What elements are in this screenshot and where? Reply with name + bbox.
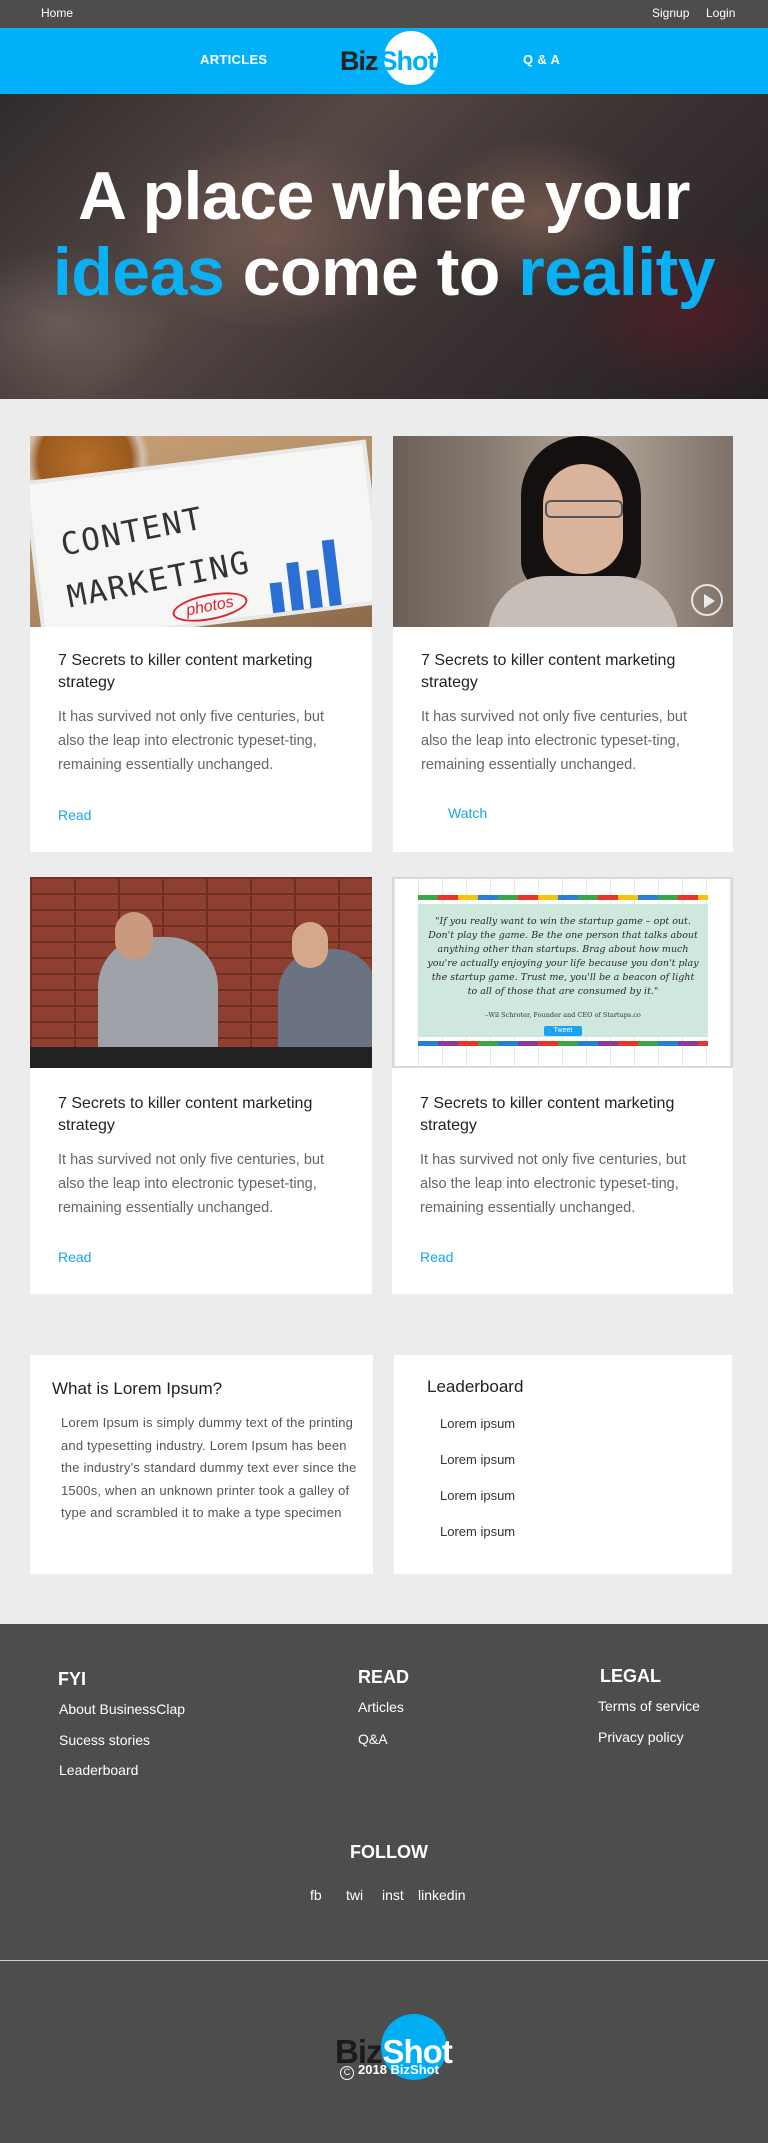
footer-follow-heading: FOLLOW [350,1842,428,1862]
card-description: It has survived not only five centuries,… [421,709,687,773]
card-title[interactable]: 7 Secrets to killer content marketing st… [58,650,348,694]
content-marketing-image: CONTENT MARKETING photos [30,436,372,627]
logo-biz-text: Biz [335,2033,382,2070]
leaderboard-heading: Leaderboard [427,1377,524,1396]
hero-banner: A place where your ideas come to reality [0,94,768,399]
footer-articles-link[interactable]: Articles [358,1699,404,1715]
footer-read-heading: READ [358,1667,410,1687]
person-head-shape [292,922,328,968]
read-link[interactable]: Read [420,1249,453,1265]
footer-legal-heading: LEGAL [600,1666,661,1686]
footer-terms-link[interactable]: Terms of service [598,1698,700,1714]
leaderboard-item[interactable]: Lorem ipsum [440,1452,515,1467]
logo-shot: Shot [380,2014,453,2080]
instagram-link[interactable]: inst [382,1887,404,1903]
portrait-body-shape [488,576,678,627]
leaderboard-item[interactable]: Lorem ipsum [440,1416,515,1431]
hero-word-ideas: ideas [52,234,225,310]
article-card[interactable]: "If you really want to win the startup g… [392,877,733,1294]
read-link[interactable]: Read [58,1249,91,1265]
card-description: It has survived not only five centuries,… [420,1152,686,1216]
header-logo[interactable]: Biz Shot [340,30,438,89]
board-quote-text: "If you really want to win the startup g… [427,916,699,997]
article-card[interactable]: 7 Secrets to killer content marketing st… [30,877,372,1294]
logo-shot-text: Shot [382,2033,453,2070]
hero-word-reality: reality [518,234,716,310]
logo-biz-text: Biz [340,45,378,76]
nav-qa-link[interactable]: Q & A [523,52,560,67]
read-link[interactable]: Read [58,807,91,823]
card-title[interactable]: 7 Secrets to killer content marketing st… [421,650,711,694]
signup-link[interactable]: Signup [652,6,689,20]
footer-divider [0,1960,768,1961]
footer-leaderboard-link[interactable]: Leaderboard [59,1762,138,1778]
login-link[interactable]: Login [706,6,735,20]
hero-headline-line1: A place where your [77,158,691,234]
card-description: It has survived not only five centuries,… [58,1152,324,1216]
top-bar: Home Signup Login [0,0,768,28]
leaderboard-item[interactable]: Lorem ipsum [440,1524,515,1539]
logo-shot-text: Shot [379,45,437,76]
logo-shot: Shot [379,30,438,85]
hero-word-middle: come to [224,234,519,310]
coworkers-image [30,877,372,1068]
quote-board-image: "If you really want to win the startup g… [392,877,733,1068]
tweet-button: Tweet [544,1026,582,1036]
play-icon[interactable] [691,584,723,616]
leaderboard-item[interactable]: Lorem ipsum [440,1488,515,1503]
footer-fyi-heading: FYI [58,1669,87,1689]
board-color-strip [418,1041,708,1046]
watch-link[interactable]: Watch [448,805,487,821]
card-title[interactable]: 7 Secrets to killer content marketing st… [58,1093,348,1137]
nav-articles-link[interactable]: ARTICLES [200,52,267,67]
floor-shape [30,1047,372,1068]
linkedin-link[interactable]: linkedin [418,1887,465,1903]
article-card[interactable]: 7 Secrets to killer content marketing st… [393,436,733,852]
portrait-face-shape [543,464,623,574]
home-link[interactable]: Home [41,6,73,20]
video-thumbnail[interactable] [393,436,733,627]
footer-success-stories-link[interactable]: Sucess stories [59,1732,150,1748]
bar-chart-graphic [263,523,362,614]
twitter-link[interactable]: twi [346,1887,363,1903]
board-quote-attribution: –Wil Schroter, Founder and CEO of Startu… [485,1011,641,1019]
footer-about-link[interactable]: About BusinessClap [59,1701,185,1717]
site-footer: FYI About BusinessClap Sucess stories Le… [0,1624,768,2143]
article-card[interactable]: CONTENT MARKETING photos 7 Secrets to ki… [30,436,372,852]
card-title[interactable]: 7 Secrets to killer content marketing st… [420,1093,710,1137]
person-head-shape [115,912,153,960]
leaderboard-box: Leaderboard Lorem ipsum Lorem ipsum Lore… [394,1355,732,1574]
footer-qa-link[interactable]: Q&A [358,1731,388,1747]
lorem-text: Lorem Ipsum is simply dummy text of the … [61,1415,357,1520]
card-description: It has survived not only five centuries,… [58,709,324,773]
lorem-heading: What is Lorem Ipsum? [52,1379,223,1398]
footer-privacy-link[interactable]: Privacy policy [598,1729,684,1745]
board-color-strip [418,895,708,900]
facebook-link[interactable]: fb [310,1887,322,1903]
main-nav: ARTICLES Biz Shot Q & A [0,28,768,94]
portrait-glasses-shape [545,500,623,518]
hero-headline-line2: ideas come to reality [0,238,768,306]
lorem-ipsum-box: What is Lorem Ipsum? Lorem Ipsum is simp… [30,1355,373,1574]
